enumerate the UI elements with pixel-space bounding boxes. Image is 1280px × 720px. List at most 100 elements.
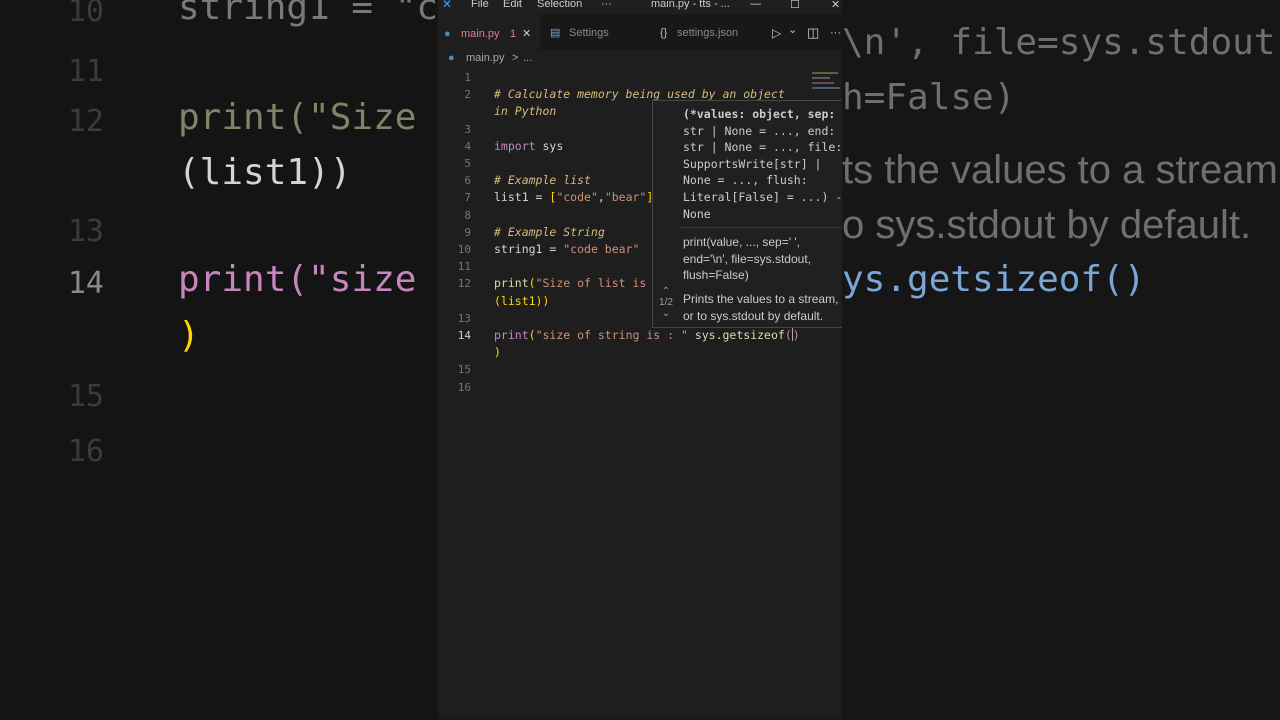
run-icon[interactable]: ▷	[772, 14, 781, 50]
code-line[interactable]: in Python	[494, 104, 556, 118]
line-number: 1	[464, 71, 471, 84]
line-number: 15	[457, 363, 471, 377]
bg-line-number: 16	[67, 434, 104, 469]
signature-text: None = ..., flush:	[683, 173, 808, 188]
menu-file[interactable]: File	[471, 0, 489, 10]
breadcrumb-file[interactable]: main.py	[466, 52, 505, 64]
code-token: (	[528, 276, 536, 291]
line-number: 2	[464, 88, 471, 102]
line-number: 5	[464, 157, 471, 170]
line-number: 13	[457, 311, 471, 325]
signature-text: str | None = ..., file:	[683, 140, 842, 155]
code-line[interactable]: (list1))	[494, 294, 549, 308]
menu-selection[interactable]: Selection	[537, 0, 582, 10]
chevron-down-icon[interactable]: ⌄	[653, 308, 679, 319]
run-menu-icon[interactable]: ⌄	[788, 14, 797, 50]
doc-signature-text: end='\n', file=sys.stdout,	[683, 251, 811, 266]
signature-text: None	[683, 206, 711, 221]
bg-code-text: )	[178, 315, 200, 356]
maximize-icon[interactable]: ☐	[790, 0, 800, 11]
code-token: (	[528, 328, 536, 342]
line-number: 9	[464, 225, 471, 239]
vscode-logo-icon: ✕	[442, 0, 453, 11]
bg-code-text: (list1))	[178, 152, 352, 193]
code-token: print	[494, 276, 529, 291]
window-title: main.py - tts - ...	[651, 0, 730, 10]
bg-code-text: string1 = "co	[178, 0, 438, 28]
signature-text: SupportsWrite[str] |	[683, 156, 822, 171]
line-number: 12	[457, 277, 471, 291]
minimize-icon[interactable]: —	[750, 0, 761, 10]
hover-divider	[681, 227, 842, 228]
code-token: "code bear"	[563, 242, 640, 256]
signature-text: str | None = ..., end:	[683, 123, 836, 138]
menu-more[interactable]: ···	[601, 0, 612, 10]
settings-icon: ▤	[550, 27, 561, 39]
split-editor-icon[interactable]: ◫	[807, 14, 819, 50]
code-line[interactable]: # Example list	[494, 173, 591, 187]
code-token: "Size of list is	[535, 276, 647, 291]
python-file-icon: ●	[444, 28, 451, 40]
tab-label: settings.json	[677, 27, 739, 39]
bg-line-number: 11	[67, 54, 104, 89]
code-line[interactable]: string1 = "code bear"	[494, 242, 639, 256]
bg-line-number: 13	[67, 214, 104, 249]
tab-main-py[interactable]: ● main.py 1 ✕	[438, 14, 540, 51]
code-token: # Example list	[494, 173, 591, 188]
bg-hover-text: o sys.stdout by default.	[842, 203, 1252, 247]
minimap[interactable]	[810, 70, 842, 92]
code-token: (list1))	[494, 293, 550, 308]
python-file-icon: ●	[448, 52, 455, 64]
breadcrumb-sep: >	[512, 52, 519, 64]
doc-description-text: Prints the values to a stream,	[683, 292, 839, 306]
signature-help-popup: ⌃ 1/2 ⌄ (*values: object, sep: str | None…	[652, 100, 842, 328]
chevron-up-icon[interactable]: ⌃	[653, 286, 679, 297]
tab-settings-json[interactable]: {} settings.json	[660, 14, 760, 50]
code-token: sys	[535, 138, 564, 153]
line-number: 14	[457, 329, 471, 342]
status-bar	[438, 716, 842, 720]
doc-description-text: or to sys.stdout by default.	[683, 308, 824, 323]
code-token: sys.getsizeof	[687, 328, 785, 342]
line-number: 16	[457, 380, 471, 394]
tab-label: main.py	[461, 28, 500, 40]
code-line[interactable]: )	[494, 345, 501, 359]
line-number: 11	[457, 260, 471, 274]
line-number: 8	[464, 208, 471, 222]
code-line[interactable]: list1 = ["code","bear"]	[494, 190, 653, 204]
line-number: 7	[464, 191, 471, 205]
code-token: list1 =	[494, 190, 550, 205]
code-token: (	[784, 328, 792, 342]
title-bar: ✕ File Edit Selection ··· main.py - tts …	[438, 0, 842, 14]
more-actions-icon[interactable]: ···	[830, 14, 841, 50]
code-line[interactable]: import sys	[494, 139, 563, 153]
bg-hover-text: ts the values to a stream,	[842, 148, 1280, 192]
menu-edit[interactable]: Edit	[503, 0, 522, 10]
background-left: 10 string1 = "co 11 12 print("Size (list1)) 13…	[0, 0, 438, 720]
close-tab-icon[interactable]: ✕	[522, 15, 531, 53]
line-number: 3	[464, 122, 471, 136]
close-window-icon[interactable]: ✕	[831, 0, 840, 11]
doc-signature-text: flush=False)	[683, 268, 749, 282]
code-token: ,	[597, 190, 605, 205]
line-number: 4	[464, 139, 471, 153]
code-token: )	[792, 328, 800, 342]
tab-settings[interactable]: ▤ Settings	[550, 14, 640, 50]
code-line[interactable]: # Example String	[494, 225, 605, 239]
breadcrumb-rest[interactable]: ...	[523, 52, 532, 64]
signature-text: (*values: object, sep:	[683, 107, 836, 121]
code-token: print	[494, 328, 529, 342]
code-token: in Python	[494, 104, 557, 119]
bg-line-number: 12	[67, 104, 104, 139]
json-file-icon: {}	[660, 27, 668, 39]
bg-line-number: 15	[67, 379, 104, 414]
bg-hover-text: h=False)	[842, 77, 1016, 118]
code-token: import	[494, 138, 536, 153]
code-token: string1 =	[494, 242, 564, 256]
signature-text: Literal[False] = ...) -	[683, 190, 842, 204]
editor-window: ✕ File Edit Selection ··· main.py - tts …	[438, 0, 842, 720]
bg-hover-text: ys.getsizeof()	[842, 259, 1146, 300]
code-line[interactable]: print("size of string is : " sys.getsize…	[494, 328, 800, 342]
background-right: \n', file=sys.stdout, h=False) ts the valu…	[842, 0, 1280, 720]
code-line[interactable]: print("Size of list is	[494, 276, 646, 290]
